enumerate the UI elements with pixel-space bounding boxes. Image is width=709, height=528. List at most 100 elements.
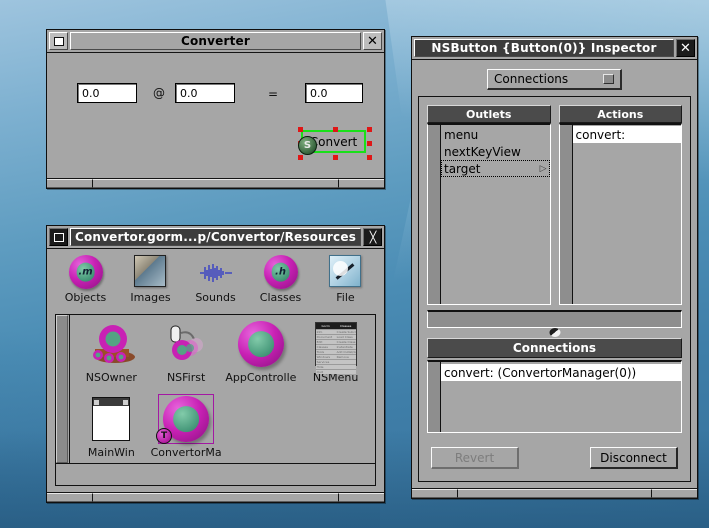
scrollbar-knob[interactable] xyxy=(56,315,68,463)
revert-button-label: Revert xyxy=(455,451,494,465)
miniaturize-icon[interactable] xyxy=(49,32,68,50)
toolbar-label-objects: Objects xyxy=(65,291,107,304)
toolbar-item-file[interactable]: File xyxy=(315,255,376,314)
resize-bar-right[interactable] xyxy=(338,179,384,188)
object-item-convertormanager[interactable]: T ConvertorMa xyxy=(149,394,224,469)
inspector-button-row: Revert Disconnect xyxy=(427,433,682,475)
resources-resize-bar[interactable] xyxy=(47,492,384,502)
inspector-window[interactable]: NSButton {Button(0)} Inspector ✕ Connect… xyxy=(411,36,698,499)
inspector-body: Connections Outlets menu xyxy=(412,60,697,498)
connections-scrollbar[interactable] xyxy=(428,362,441,432)
revert-button[interactable]: Revert xyxy=(431,447,519,469)
resize-bar-middle[interactable] xyxy=(93,493,338,502)
file-icon xyxy=(329,255,363,289)
inspector-resize-bar[interactable] xyxy=(412,488,697,498)
resize-handle-n[interactable] xyxy=(333,127,338,132)
resize-bar-middle[interactable] xyxy=(458,489,651,498)
close-icon[interactable]: ✕ xyxy=(363,32,382,50)
converter-resize-bar[interactable] xyxy=(47,178,384,188)
object-item-appcontroller[interactable]: AppControlle xyxy=(224,319,299,394)
popup-indicator-icon xyxy=(603,74,614,84)
toolbar-item-classes[interactable]: .h Classes xyxy=(250,255,311,314)
resources-title: Convertor.gorm...p/Convertor/Resources xyxy=(70,228,361,246)
split-divider-knob[interactable] xyxy=(549,328,560,337)
actions-list: convert: xyxy=(573,125,682,304)
resize-handle-ne[interactable] xyxy=(367,127,372,132)
resize-bar-right[interactable] xyxy=(338,493,384,502)
resources-window[interactable]: Convertor.gorm...p/Convertor/Resources ╳… xyxy=(46,225,385,503)
resize-window-icon[interactable]: ╳ xyxy=(363,228,382,246)
amount-field[interactable]: 0.0 xyxy=(77,83,137,103)
list-item[interactable]: target ▷ xyxy=(441,160,550,177)
toolbar-label-sounds: Sounds xyxy=(195,291,235,304)
outlet-label: menu xyxy=(444,128,478,142)
objects-torus-icon: .m xyxy=(69,255,103,289)
objects-badge-label: .m xyxy=(78,267,92,278)
object-item-nsmenu[interactable]: GormClasses InfoCreate Subclass Document… xyxy=(298,319,373,394)
convert-button-selection[interactable]: Convert S xyxy=(296,125,375,162)
actions-scrollbar[interactable] xyxy=(560,125,573,304)
converter-window[interactable]: Converter ✕ 0.0 @ 0.0 = 0.0 Convert xyxy=(46,29,385,189)
inspector-connections-panel: Outlets menu nextKeyView xyxy=(418,96,691,482)
nsfirst-glyph xyxy=(160,321,212,367)
classes-badge-label: .h xyxy=(275,267,286,278)
nsmenu-icon: GormClasses InfoCreate Subclass Document… xyxy=(308,319,364,369)
object-item-nsowner[interactable]: NSOwner xyxy=(74,319,149,394)
inspector-mode-label: Connections xyxy=(494,72,568,86)
toolbar-item-images[interactable]: Images xyxy=(120,255,181,314)
outlets-list: menu nextKeyView target ▷ xyxy=(441,125,550,304)
outlet-arrow-icon: ▷ xyxy=(540,164,547,174)
resize-bar-left[interactable] xyxy=(412,489,458,498)
resize-bar-middle[interactable] xyxy=(93,179,338,188)
miniaturize-icon[interactable] xyxy=(49,228,68,246)
object-label-convertormanager: ConvertorMa xyxy=(151,446,222,459)
list-item[interactable]: convert: xyxy=(573,126,682,143)
resize-handle-e[interactable] xyxy=(367,141,372,146)
rate-field[interactable]: 0.0 xyxy=(175,83,235,103)
resize-bar-left[interactable] xyxy=(47,179,93,188)
resize-bar-left[interactable] xyxy=(47,493,93,502)
classes-torus-icon: .h xyxy=(264,255,298,289)
split-view-divider[interactable] xyxy=(427,328,682,338)
outlets-list-scrollview[interactable]: menu nextKeyView target ▷ xyxy=(427,123,551,305)
actions-list-scrollview[interactable]: convert: xyxy=(559,123,683,305)
outlets-column: Outlets menu nextKeyView xyxy=(427,105,551,305)
object-item-mainwin[interactable]: MainWin xyxy=(74,394,149,469)
horizontal-scrollbar[interactable] xyxy=(427,310,682,328)
outlets-actions-columns: Outlets menu nextKeyView xyxy=(427,105,682,305)
list-item[interactable]: menu xyxy=(441,126,550,143)
toolbar-label-file: File xyxy=(336,291,354,304)
miniaturize-glyph xyxy=(54,233,64,242)
vertical-scrollbar[interactable] xyxy=(56,315,70,463)
toolbar-item-objects[interactable]: .m Objects xyxy=(55,255,116,314)
result-field[interactable]: 0.0 xyxy=(305,83,363,103)
connections-header: Connections xyxy=(427,338,682,358)
disconnect-button[interactable]: Disconnect xyxy=(590,447,678,469)
object-label-nsowner: NSOwner xyxy=(86,371,137,384)
object-item-nsfirst[interactable]: NSFirst xyxy=(149,319,224,394)
converter-body: 0.0 @ 0.0 = 0.0 Convert xyxy=(47,53,384,188)
resources-titlebar[interactable]: Convertor.gorm...p/Convertor/Resources ╳ xyxy=(47,226,384,249)
connections-list-scrollview[interactable]: convert: (ConvertorManager(0)) xyxy=(427,360,682,433)
toolbar-label-classes: Classes xyxy=(260,291,301,304)
close-icon[interactable]: ✕ xyxy=(676,39,695,57)
toolbar-item-sounds[interactable]: Sounds xyxy=(185,255,246,314)
converter-titlebar[interactable]: Converter ✕ xyxy=(47,30,384,53)
resize-handle-nw[interactable] xyxy=(298,127,303,132)
outlets-scrollbar[interactable] xyxy=(428,125,441,304)
resources-body: .m Objects Images Sound xyxy=(47,249,384,502)
list-item[interactable]: convert: (ConvertorManager(0)) xyxy=(441,364,681,381)
inspector-mode-popup[interactable]: Connections xyxy=(487,69,622,90)
list-item[interactable]: nextKeyView xyxy=(441,143,550,160)
resources-object-grid-scrollview[interactable]: NSOwner xyxy=(55,314,376,464)
inspector-titlebar[interactable]: NSButton {Button(0)} Inspector ✕ xyxy=(412,37,697,60)
outlet-label: target xyxy=(444,162,481,176)
resize-handle-se[interactable] xyxy=(367,155,372,160)
convertormanager-icon: T xyxy=(158,394,214,444)
appcontroller-icon xyxy=(233,319,289,369)
close-glyph: ✕ xyxy=(680,42,691,55)
resize-bar-right[interactable] xyxy=(651,489,697,498)
converter-canvas[interactable]: 0.0 @ 0.0 = 0.0 Convert xyxy=(47,53,384,178)
resize-handle-sw[interactable] xyxy=(298,155,303,160)
resize-handle-s[interactable] xyxy=(333,155,338,160)
